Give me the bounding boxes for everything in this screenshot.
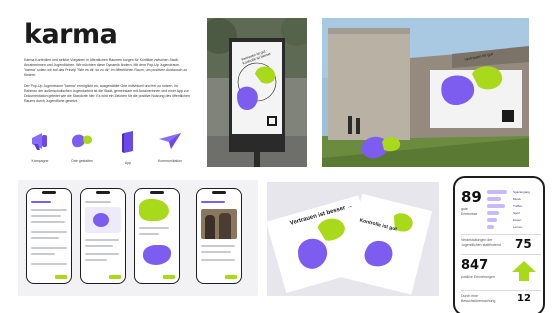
megaphone-icon	[32, 133, 47, 150]
activity-label-2: Musik	[513, 197, 521, 201]
activity-label-4: Sport	[513, 211, 521, 215]
billboard-scene	[207, 18, 307, 167]
dashboard-phone-mockup: 89 gute Erlebnisse Spaziergang Musik Tre…	[451, 176, 547, 313]
stat-good-experiences-label: gute Erlebnisse	[461, 207, 478, 216]
feature-communication: Kommunikation	[152, 131, 188, 163]
activity-bar-5	[487, 218, 497, 222]
print-flyer-mockup: Vertrauen ist besser → Kontrolle ist gut	[267, 182, 439, 296]
brand-wordmark: karma	[24, 19, 118, 50]
stat-good-experiences-value: 89	[461, 188, 482, 206]
app-screen-list	[26, 188, 72, 284]
street-photo-mockup: Vertrauen ist gut	[322, 18, 529, 167]
activity-bar-3	[487, 204, 505, 208]
stat-events-label: Veranstaltungen der Jugendlichen stattfi…	[461, 238, 501, 247]
icon-label: Orte gestalten	[71, 159, 93, 163]
app-screens-mockup	[18, 180, 258, 296]
icon-label: Kommunikation	[157, 159, 183, 163]
intro-paragraph-1: Karma Kontrollen und striktor Vorgaben i…	[24, 58, 188, 77]
feature-places: Orte gestalten	[64, 131, 100, 163]
footer-label: Durch eine Besuchsüberwachung	[461, 294, 496, 303]
app-screen-photo	[196, 188, 242, 284]
activity-bar-1	[487, 190, 508, 194]
feature-campaign: Kampagne	[22, 131, 58, 163]
icon-label: Kampagne	[31, 159, 49, 163]
activity-bar-6	[487, 225, 495, 229]
footer-value: 12	[517, 293, 531, 304]
dashboard-screen: 89 gute Erlebnisse Spaziergang Musik Tre…	[453, 176, 545, 313]
stat-events-value: 75	[515, 237, 532, 251]
activity-bar-4	[487, 211, 499, 215]
intro-column: karma Karma Kontrollen und striktor Vorg…	[24, 20, 192, 104]
activity-label-5: Essen	[513, 218, 522, 222]
feature-icon-row: Kampagne Orte gestalten App Kommunikatio…	[22, 131, 192, 165]
feature-app: App	[110, 131, 146, 165]
stat-memories-label: positive Erinnerungen	[461, 275, 495, 279]
activity-label-1: Spaziergang	[513, 190, 530, 194]
phone-icon	[122, 131, 133, 153]
activity-label-3: Treffen	[513, 204, 523, 208]
app-screen-map	[80, 188, 126, 284]
billboard-poster-mockup: Vertrauen ist gut · Kontrolle ist besser	[207, 18, 307, 167]
app-screen-shape	[134, 188, 180, 284]
flyer-scene	[267, 182, 439, 296]
wall-scene	[322, 18, 529, 167]
activity-bar-2	[487, 197, 502, 201]
icon-label: App	[124, 161, 132, 165]
paper-plane-icon	[159, 133, 181, 149]
intro-paragraph-2: Der Pop-Up Jugendraum "karma" ermöglicht…	[24, 84, 190, 103]
activity-label-6: Lernen	[513, 225, 523, 229]
blob-shapes-icon	[72, 134, 92, 148]
stat-memories-value: 847	[461, 258, 489, 273]
up-arrow-icon	[512, 261, 536, 281]
